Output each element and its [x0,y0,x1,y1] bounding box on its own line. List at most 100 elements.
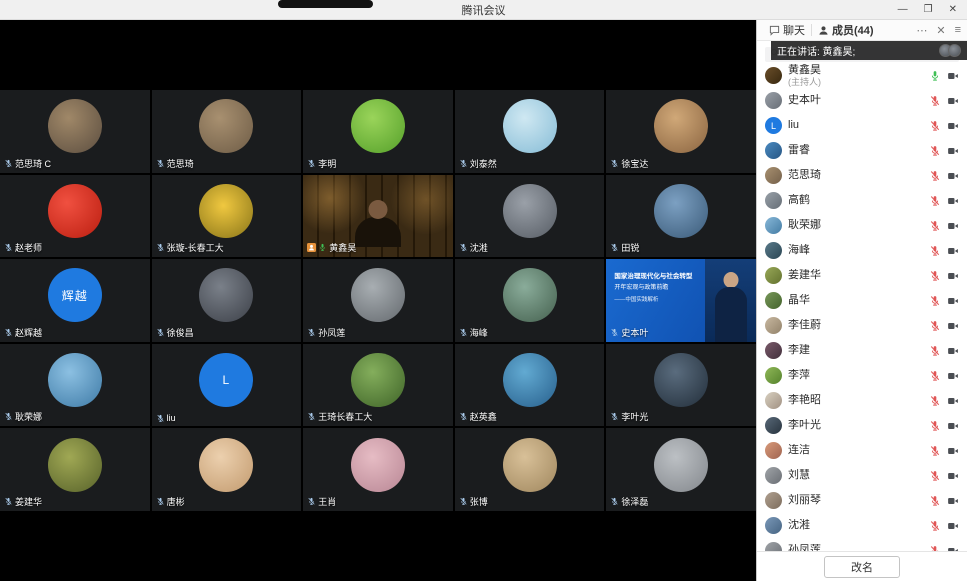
video-tile[interactable]: 范思琦 C [0,90,150,173]
member-row[interactable]: 史本叶 [757,88,967,113]
mic-status-icon[interactable] [929,320,941,332]
camera-status-icon[interactable] [947,220,959,232]
video-tile[interactable]: 辉越 [0,259,150,342]
mic-status-icon[interactable] [929,220,941,232]
member-row[interactable]: 沈溎 [757,513,967,538]
member-row[interactable]: 耿荣娜 [757,213,967,238]
tab-chat[interactable]: 聊天 [763,20,811,40]
mic-status-icon[interactable] [929,120,941,132]
camera-status-icon[interactable] [947,520,959,532]
mic-status-icon[interactable] [929,495,941,507]
member-row[interactable]: L liu [757,113,967,138]
camera-status-icon[interactable] [947,270,959,282]
camera-status-icon[interactable] [947,245,959,257]
minimize-button[interactable]: — [898,4,908,15]
mic-status-icon[interactable] [929,345,941,357]
video-tile[interactable]: 徐俊昌 [152,259,302,342]
video-tile[interactable]: 张博 [455,428,605,511]
participant-label: 赵辉越 [4,326,42,339]
mic-status-icon[interactable] [929,295,941,307]
video-tile[interactable]: 姜建华 [0,428,150,511]
member-row[interactable]: 李佳蔚 [757,313,967,338]
rename-button[interactable]: 改名 [824,556,900,578]
member-row[interactable]: 高鹤 [757,188,967,213]
video-tile[interactable]: 李明 [303,90,453,173]
mic-status-icon[interactable] [929,170,941,182]
camera-status-icon[interactable] [947,120,959,132]
camera-status-icon[interactable] [947,470,959,482]
video-tile[interactable]: 唐彬 [152,428,302,511]
camera-status-icon[interactable] [947,495,959,507]
maximize-button[interactable]: ❐ [924,4,933,15]
mic-status-icon [156,328,165,337]
video-tile[interactable]: 刘泰然 [455,90,605,173]
member-row[interactable]: 雷睿 [757,138,967,163]
video-tile[interactable]: 海峰 [455,259,605,342]
camera-status-icon[interactable] [947,295,959,307]
mic-status-icon[interactable] [929,195,941,207]
member-row[interactable]: 连洁 [757,438,967,463]
mic-status-icon[interactable] [929,270,941,282]
video-tile[interactable]: 田锐 [606,175,756,258]
member-row[interactable]: 范思琦 [757,163,967,188]
member-row[interactable]: 黄鑫昊 (主持人) [757,63,967,88]
mic-status-icon[interactable] [929,470,941,482]
video-tile[interactable]: 国家治理现代化与社会转型 开年宏观与政策前瞻 ——中国实践解析 [606,259,756,342]
video-tile[interactable]: 黄鑫昊 [303,175,453,258]
video-tile[interactable]: 张璇-长春工大 [152,175,302,258]
camera-status-icon[interactable] [947,345,959,357]
member-row[interactable]: 姜建华 [757,263,967,288]
member-row[interactable]: 孙凤莲 [757,538,967,551]
camera-status-icon[interactable] [947,420,959,432]
member-row[interactable]: 李艳昭 [757,388,967,413]
camera-status-icon[interactable] [947,370,959,382]
member-row[interactable]: 海峰 [757,238,967,263]
member-row[interactable]: 晶华 [757,288,967,313]
camera-status-icon[interactable] [947,70,959,82]
mic-status-icon[interactable] [929,370,941,382]
tab-members[interactable]: 成员(44) [812,20,880,40]
video-tile[interactable]: 李叶光 [606,344,756,427]
member-row[interactable]: 李建 [757,338,967,363]
video-tile[interactable]: 范思琦 [152,90,302,173]
mic-status-icon[interactable] [929,520,941,532]
mic-status-icon[interactable] [929,145,941,157]
mic-status-icon[interactable] [929,95,941,107]
window-controls: — ❐ ✕ [898,0,957,19]
mic-status-icon[interactable] [929,420,941,432]
more-menu-icon[interactable]: ⋯ [916,24,927,37]
camera-status-icon[interactable] [947,170,959,182]
video-tile[interactable]: 徐泽磊 [606,428,756,511]
close-button[interactable]: ✕ [949,4,957,15]
video-tile[interactable]: 王琦长春工大 [303,344,453,427]
panel-close-icon[interactable]: ✕ [936,24,945,37]
video-tile[interactable]: 孙凤莲 [303,259,453,342]
member-row[interactable]: 李萍 [757,363,967,388]
member-row[interactable]: 刘慧 [757,463,967,488]
mic-status-icon[interactable] [929,395,941,407]
member-name: 李佳蔚 [788,319,923,332]
member-name-wrap: 刘丽琴 [788,494,923,507]
mic-status-icon[interactable] [929,70,941,82]
video-tile[interactable]: 王肖 [303,428,453,511]
member-name-wrap: 李艳昭 [788,394,923,407]
mic-status-icon[interactable] [929,445,941,457]
member-row[interactable]: 刘丽琴 [757,488,967,513]
panel-menu-icon[interactable]: ≡ [955,24,961,37]
camera-status-icon[interactable] [947,445,959,457]
camera-status-icon[interactable] [947,145,959,157]
mic-status-icon[interactable] [929,245,941,257]
participant-avatar: L [199,353,253,407]
camera-status-icon[interactable] [947,95,959,107]
video-tile[interactable]: 耿荣娜 [0,344,150,427]
video-tile[interactable]: 赵英鑫 [455,344,605,427]
video-tile[interactable]: 沈溎 [455,175,605,258]
camera-status-icon[interactable] [947,195,959,207]
video-tile[interactable]: L [152,344,302,427]
participant-name: 田锐 [621,241,639,254]
video-tile[interactable]: 赵老师 [0,175,150,258]
camera-status-icon[interactable] [947,320,959,332]
video-tile[interactable]: 徐宝达 [606,90,756,173]
camera-status-icon[interactable] [947,395,959,407]
member-row[interactable]: 李叶光 [757,413,967,438]
